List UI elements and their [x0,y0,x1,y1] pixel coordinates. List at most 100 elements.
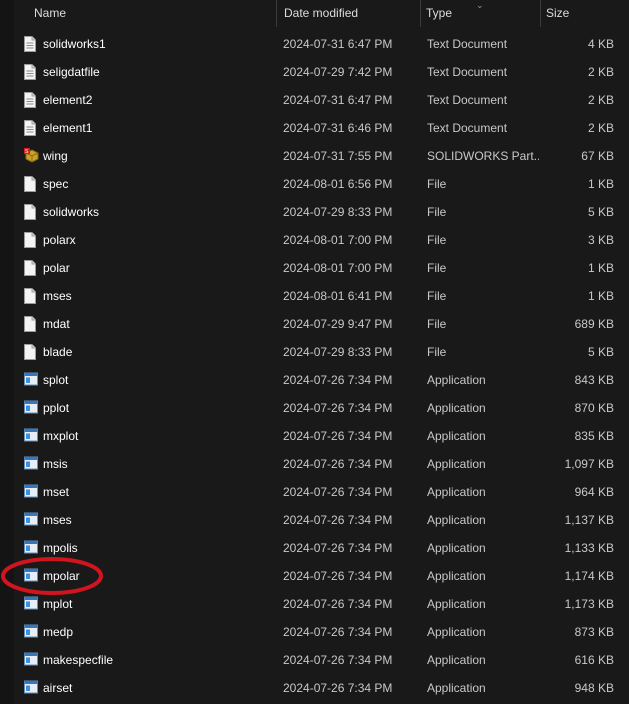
file-name[interactable]: blade [43,338,72,366]
file-icon [24,344,38,360]
file-name[interactable]: element2 [43,86,92,114]
file-date-modified: 2024-07-29 8:33 PM [283,345,393,359]
file-name[interactable]: makespecfile [43,646,113,674]
column-header-date-modified[interactable]: Date modified [278,0,420,27]
file-size: 4 KB [587,37,614,51]
column-header-bar: Name Date modified Type ⌄ Size [14,0,629,27]
file-size: 873 KB [574,625,614,639]
file-row[interactable]: mses 2024-08-01 6:41 PM File 1 KB [14,282,629,310]
file-size: 616 KB [574,653,614,667]
file-row[interactable]: mpolis 2024-07-26 7:34 PM Application 1,133… [14,534,629,562]
file-size: 2 KB [587,121,614,135]
file-row[interactable]: solidworks 2024-07-29 8:33 PM File 5 KB [14,198,629,226]
file-name[interactable]: element1 [43,114,92,142]
file-name[interactable]: splot [43,366,68,394]
file-row[interactable]: solidworks1 2024-07-31 6:47 PM Text Docume… [14,30,629,58]
file-size: 870 KB [574,401,614,415]
file-size: 3 KB [587,233,614,247]
column-header-name[interactable]: Name [28,0,290,27]
file-name[interactable]: solidworks1 [43,30,106,58]
file-list-pane: Name Date modified Type ⌄ Size solidwork… [1,0,629,704]
file-row[interactable]: polarx 2024-08-01 7:00 PM File 3 KB [14,226,629,254]
file-row[interactable]: polar 2024-08-01 7:00 PM File 1 KB [14,254,629,282]
file-type: Text Document [427,93,508,107]
application-icon [24,512,38,528]
file-name[interactable]: polar [43,254,70,282]
file-row[interactable]: mset 2024-07-26 7:34 PM Application 964 KB [14,478,629,506]
file-row[interactable]: mses 2024-07-26 7:34 PM Application 1,137 K… [14,506,629,534]
file-row[interactable]: element1 2024-07-31 6:46 PM Text Document 2… [14,114,629,142]
column-header-size[interactable]: Size [540,0,629,27]
file-date-modified: 2024-07-26 7:34 PM [283,541,393,555]
text-document-icon [24,120,38,136]
file-row[interactable]: splot 2024-07-26 7:34 PM Application 843 KB [14,366,629,394]
file-date-modified: 2024-07-26 7:34 PM [283,513,393,527]
file-row[interactable]: mplot 2024-07-26 7:34 PM Application 1,173 … [14,590,629,618]
file-name[interactable]: seligdatfile [43,58,100,86]
file-name[interactable]: msis [43,450,68,478]
file-type: Application [427,429,486,443]
file-name[interactable]: pplot [43,394,69,422]
file-type: Application [427,597,486,611]
file-row[interactable]: mpolar 2024-07-26 7:34 PM Application 1,174… [1,557,629,595]
application-icon [24,400,38,416]
file-row[interactable]: airset 2024-07-26 7:34 PM Application 948 K… [14,674,629,702]
file-size: 689 KB [574,317,614,331]
file-name[interactable]: mxplot [43,422,78,450]
file-type: Application [427,485,486,499]
file-name[interactable]: mplot [43,590,72,618]
application-icon [24,652,38,668]
file-name[interactable]: wing [43,142,68,170]
file-name[interactable]: polarx [43,226,76,254]
file-date-modified: 2024-07-26 7:34 PM [283,653,393,667]
file-icon [24,316,38,332]
file-size: 5 KB [587,205,614,219]
sort-chevron-icon: ⌄ [476,0,484,10]
file-row[interactable]: spec 2024-08-01 6:56 PM File 1 KB [14,170,629,198]
file-name[interactable]: solidworks [43,198,99,226]
file-row[interactable]: mdat 2024-07-29 9:47 PM File 689 KB [14,310,629,338]
file-size: 67 KB [581,149,614,163]
file-type: Application [427,625,486,639]
file-name[interactable]: mses [43,282,72,310]
file-size: 2 KB [587,65,614,79]
file-row[interactable]: Swing 2024-07-31 7:55 PM SOLIDWORKS Part..… [14,142,629,170]
file-size: 843 KB [574,373,614,387]
file-row[interactable]: medp 2024-07-26 7:34 PM Application 873 KB [14,618,629,646]
file-type: SOLIDWORKS Part... [427,149,539,163]
file-name[interactable]: mdat [43,310,70,338]
file-date-modified: 2024-07-26 7:34 PM [283,373,393,387]
application-icon [24,456,38,472]
file-date-modified: 2024-07-31 7:55 PM [283,149,393,163]
column-separator[interactable] [276,0,277,27]
file-type: File [427,261,447,275]
file-name[interactable]: mset [43,478,69,506]
file-size: 1 KB [587,261,614,275]
file-date-modified: 2024-07-31 6:47 PM [283,93,393,107]
file-row[interactable]: pplot 2024-07-26 7:34 PM Application 870 KB [14,394,629,422]
file-row[interactable]: makespecfile 2024-07-26 7:34 PM Applicatio… [14,646,629,674]
file-name[interactable]: mses [43,506,72,534]
file-date-modified: 2024-08-01 7:00 PM [283,261,393,275]
file-size: 1 KB [587,289,614,303]
file-name[interactable]: medp [43,618,73,646]
file-name[interactable]: spec [43,170,68,198]
file-row[interactable]: msis 2024-07-26 7:34 PM Application 1,097 K… [14,450,629,478]
file-date-modified: 2024-08-01 7:00 PM [283,233,393,247]
file-name[interactable]: airset [43,674,72,702]
file-row[interactable]: element2 2024-07-31 6:47 PM Text Document 2… [14,86,629,114]
file-row[interactable]: blade 2024-07-29 8:33 PM File 5 KB [14,338,629,366]
file-type: File [427,177,447,191]
file-date-modified: 2024-07-26 7:34 PM [283,625,393,639]
file-row[interactable]: mxplot 2024-07-26 7:34 PM Application 835 K… [14,422,629,450]
file-row[interactable]: seligdatfile 2024-07-29 7:42 PM Text Docum… [14,58,629,86]
file-size: 1,173 KB [564,597,614,611]
text-document-icon [24,92,38,108]
application-icon [24,624,38,640]
file-type: File [427,345,447,359]
file-date-modified: 2024-07-26 7:34 PM [283,569,393,583]
application-icon [24,428,38,444]
file-size: 948 KB [574,681,614,695]
solidworks-part-icon: S [24,148,39,164]
file-size: 835 KB [574,429,614,443]
